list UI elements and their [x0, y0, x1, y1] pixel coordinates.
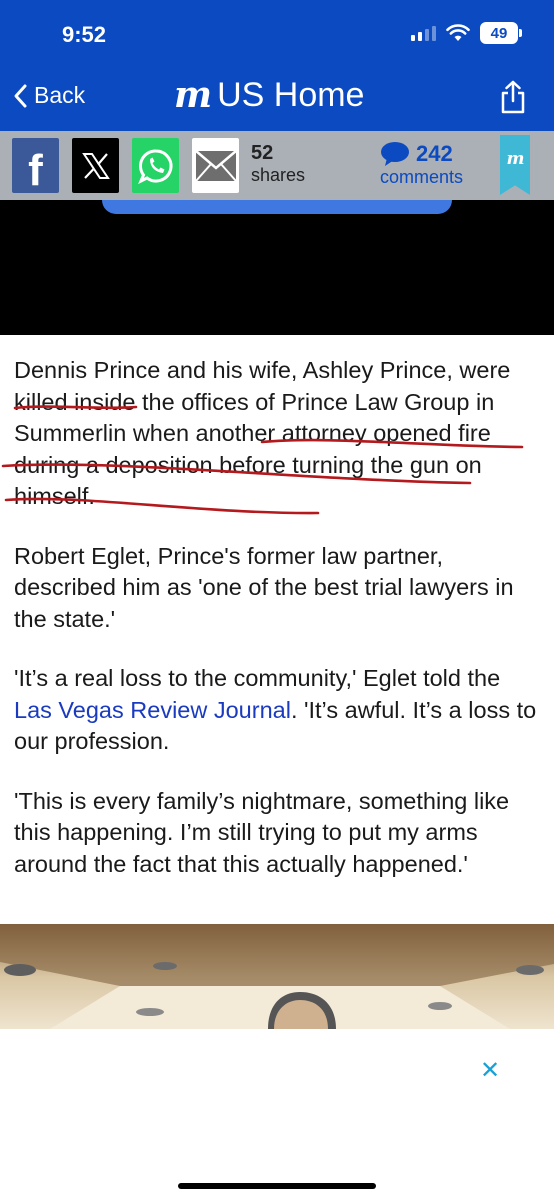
- bookmark-logo: m: [506, 149, 525, 169]
- nav-title: US Home: [217, 75, 365, 114]
- video-player[interactable]: [0, 200, 554, 335]
- comment-bubble-icon: [381, 142, 409, 167]
- back-label: Back: [34, 82, 86, 108]
- video-control-bar[interactable]: [102, 200, 452, 214]
- home-indicator[interactable]: [178, 1183, 376, 1189]
- share-icon[interactable]: [500, 80, 526, 114]
- paragraph-3: 'It’s a real loss to the community,' Egl…: [14, 663, 542, 758]
- back-button[interactable]: Back: [12, 82, 85, 109]
- paragraph-4: 'This is every family’s nightmare, somet…: [14, 787, 510, 877]
- x-share-button[interactable]: [72, 138, 119, 193]
- paragraph-3-start: 'It’s a real loss to the community,' Egl…: [14, 665, 501, 691]
- comment-count: 242: [416, 141, 453, 166]
- share-count-value: 52: [251, 142, 274, 164]
- home-title[interactable]: m US Home: [174, 74, 364, 116]
- chevron-left-icon: [14, 84, 27, 107]
- dailymail-logo: m: [174, 74, 212, 116]
- comments-label: comments: [380, 167, 464, 188]
- comments-link[interactable]: 242 comments: [380, 141, 463, 189]
- article-photo[interactable]: [0, 924, 554, 1029]
- share-count-label: shares: [251, 165, 306, 185]
- status-time: 9:52: [62, 22, 107, 47]
- wifi-icon: [446, 24, 470, 41]
- battery-level: 49: [490, 24, 508, 42]
- facebook-icon: f: [28, 145, 43, 195]
- x-logo-icon: [81, 152, 110, 179]
- envelope-icon: [194, 149, 237, 182]
- ad-banner: ✕: [0, 1029, 554, 1200]
- status-indicators: 49: [411, 22, 522, 44]
- ad-close-button[interactable]: ✕: [480, 1059, 500, 1083]
- email-share-button[interactable]: [192, 138, 239, 193]
- whatsapp-share-button[interactable]: [132, 138, 179, 193]
- battery-icon: 49: [480, 22, 522, 44]
- ceiling-photo: [0, 924, 554, 1029]
- facebook-share-button[interactable]: f: [12, 138, 59, 195]
- share-count: 52 shares: [251, 141, 305, 187]
- share-bar: f 52 shares 242 comments m: [0, 131, 554, 200]
- article-body: Dennis Prince and his wife, Ashley Princ…: [14, 355, 542, 908]
- las-vegas-review-journal-link[interactable]: Las Vegas Review Journal: [14, 697, 291, 723]
- bookmark-button[interactable]: m: [500, 135, 530, 195]
- paragraph-1: Dennis Prince and his wife, Ashley Princ…: [14, 357, 511, 509]
- whatsapp-icon: [137, 148, 172, 184]
- signal-icon: [411, 25, 436, 41]
- top-bar: 9:52 49 Back m US Home: [0, 0, 554, 131]
- paragraph-2: Robert Eglet, Prince's former law partne…: [14, 542, 514, 632]
